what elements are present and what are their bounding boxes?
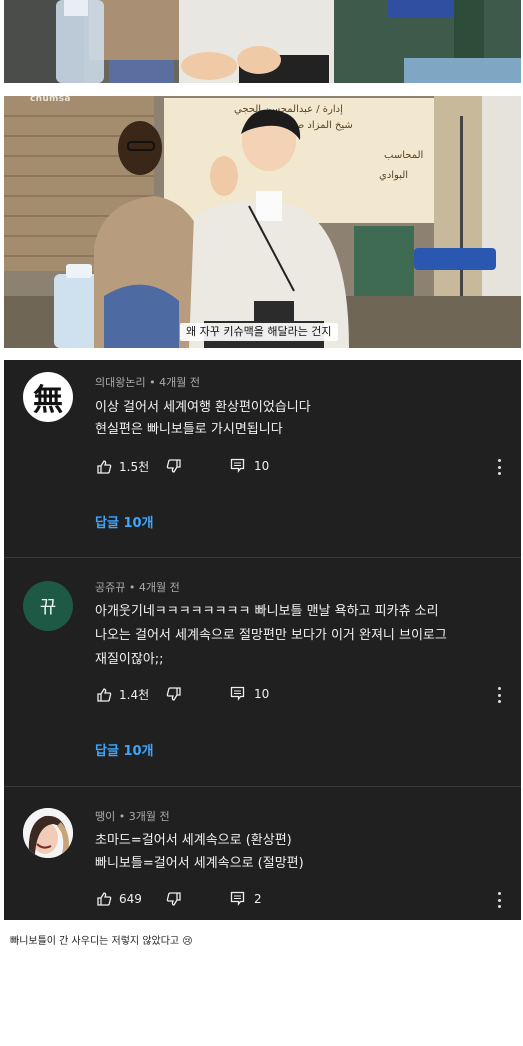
thumbs-up-icon [97,687,112,702]
comment-text-line: 나오는 걸어서 세계속으로 절망편만 보다가 이거 완져니 브이로그 [95,628,447,643]
video-frame-top [4,0,521,83]
like-button[interactable]: 649 [96,891,142,907]
svg-text:إدارة / عبدالمحسن الحجي: إدارة / عبدالمحسن الحجي [234,104,343,115]
like-count: 1.4천 [119,688,150,702]
video-subtitle: 왜 자꾸 키슈맥을 해달라는 건지 [180,323,338,341]
comment-meta: 의대왕논리 • 4개월 전 [95,376,200,389]
thumbs-down-icon [166,892,181,906]
dislike-button[interactable] [166,891,182,907]
comment-thread: 뀨 공쥬뀨 • 4개월 전 아개웃기네ㅋㅋㅋㅋㅋㅋㅋㅋ 빠니보틀 맨날 욕하고 … [4,558,521,786]
reply-count: 10 [254,458,270,473]
thumbs-down-icon [166,687,181,701]
comment-thread: 無 의대왕논리 • 4개월 전 이상 걸어서 세계여행 환상편이었습니다 현실편… [4,360,521,558]
reply-count-button[interactable]: 10 [230,686,269,701]
comment-text-line: 빠니보틀=걸어서 세계속으로 (절망편) [95,856,304,871]
view-replies-link[interactable]: 답글 10개 [95,512,154,531]
reply-count-button[interactable]: 10 [230,458,269,473]
thumbs-up-icon [97,892,112,906]
reply-count-button[interactable]: 2 [230,891,262,906]
video-scene-top [4,0,521,83]
comment-author[interactable]: 공쥬뀨 [95,581,125,594]
video-watermark: chumsa [30,96,71,104]
reply-count: 10 [254,686,270,701]
comment-thread: 땡이 • 3개월 전 초마드=걸어서 세계속으로 (환상편) 빠니보틀=걸어서 … [4,787,521,920]
avatar[interactable] [23,808,73,858]
reply-count: 2 [254,891,262,906]
svg-text:البوادي: البوادي [379,170,408,181]
comment-icon [230,686,245,701]
post-caption: 빠니보틀이 간 사우디는 저렇지 않았다고 😢 [10,936,193,947]
like-count: 649 [119,892,142,906]
view-replies-link[interactable]: 답글 10개 [95,740,154,759]
comment-meta: 공쥬뀨 • 4개월 전 [95,581,180,594]
more-options-icon[interactable] [494,892,504,908]
more-options-icon[interactable] [494,459,504,475]
comment-time: 3개월 전 [128,810,170,823]
avatar[interactable]: 뀨 [23,581,73,631]
comment-text-line: 이상 걸어서 세계여행 환상편이었습니다 [95,400,311,415]
comment-time: 4개월 전 [138,581,180,594]
comment-text-line: 아개웃기네ㅋㅋㅋㅋㅋㅋㅋㅋ 빠니보틀 맨날 욕하고 피카츄 소리 [95,604,439,619]
avatar-text: 無 [33,383,63,418]
comment-icon [230,458,245,473]
comment-author[interactable]: 의대왕논리 [95,376,146,389]
like-button[interactable]: 1.4천 [96,686,149,703]
comment-time: 4개월 전 [159,376,200,389]
dislike-button[interactable] [166,458,182,474]
video-frame-main: إدارة / عبدالمحسن الحجي شيخ المزاد صالح … [4,96,521,348]
thumbs-up-icon [97,459,112,474]
like-button[interactable]: 1.5천 [96,458,149,475]
comment-text-line: 재질이잖아;; [95,652,164,667]
comment-icon [230,891,245,906]
avatar-photo [23,808,73,858]
thumbs-down-icon [166,459,181,473]
svg-text:المحاسب: المحاسب [384,150,423,161]
comment-text-line: 초마드=걸어서 세계속으로 (환상편) [95,833,292,848]
dislike-button[interactable] [166,686,182,702]
more-options-icon[interactable] [494,687,504,703]
comment-text-line: 현실편은 빠니보틀로 가시면됩니다 [95,422,283,437]
comment-author[interactable]: 땡이 [95,810,115,823]
video-scene-main: إدارة / عبدالمحسن الحجي شيخ المزاد صالح … [4,96,521,348]
avatar-text: 뀨 [39,597,57,618]
avatar[interactable]: 無 [23,372,73,422]
like-count: 1.5천 [119,460,150,474]
comments-section: 無 의대왕논리 • 4개월 전 이상 걸어서 세계여행 환상편이었습니다 현실편… [4,360,521,920]
comment-meta: 땡이 • 3개월 전 [95,810,170,823]
